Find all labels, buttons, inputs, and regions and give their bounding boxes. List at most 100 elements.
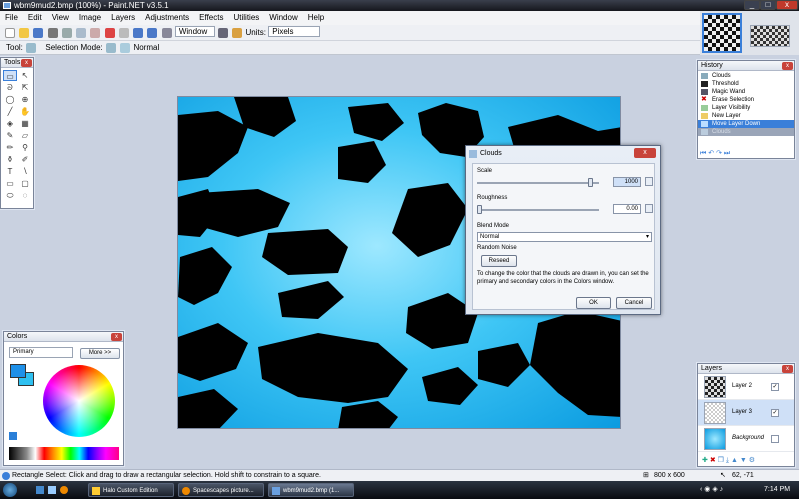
menu-window[interactable]: Window [264,11,302,25]
redo-icon[interactable] [147,28,158,38]
rounded-rectangle-icon[interactable]: ▢ [18,178,32,189]
palette-swatch-icon[interactable] [9,432,17,440]
move-selection-icon[interactable]: ⇱ [18,82,32,93]
units-combo[interactable]: Pixels [268,26,321,38]
merge-layer-icon[interactable]: ⤓ [726,457,729,464]
taskbar-halo[interactable]: Halo Custom Edition [88,483,174,497]
duplicate-layer-icon[interactable]: ❐ [718,457,724,464]
save-icon[interactable] [33,28,44,38]
move-layer-down-icon[interactable]: ▼ [740,457,747,464]
move-layer-up-icon[interactable]: ▲ [731,457,738,464]
roughness-reset-icon[interactable] [645,204,653,213]
selection-mode-icon[interactable] [105,43,116,53]
rectangle-select-icon[interactable]: ▭ [3,70,17,81]
history-item-layer-visibility[interactable]: Layer Visibility [698,104,794,112]
antialias-icon[interactable] [120,43,131,53]
clone-stamp-icon[interactable]: ⚱ [3,154,17,165]
menu-view[interactable]: View [47,11,74,25]
ellipse-shape-icon[interactable]: ⬭ [3,190,17,201]
history-item-threshold[interactable]: Threshold [698,80,794,88]
paintbrush-icon[interactable]: ✎ [3,130,17,141]
eraser-icon[interactable]: ▱ [18,130,32,141]
history-item-erase-selection[interactable]: ✖ Erase Selection [698,96,794,104]
taskbar-spacescapes[interactable]: Spacescapes picture... [178,483,264,497]
color-palette-strip[interactable] [9,447,119,460]
roughness-slider-thumb[interactable] [477,205,482,214]
undo-icon[interactable]: ↶ [708,150,714,157]
rewind-icon[interactable]: ⏮ [700,150,706,157]
maximize-button[interactable]: □ [760,0,776,10]
color-picker-icon[interactable]: ⚲ [18,142,32,153]
primary-color-swatch[interactable] [10,364,26,378]
layer-row-layer-2[interactable]: Layer 2 ✓ [698,374,794,400]
menu-file[interactable]: File [0,11,23,25]
fast-forward-icon[interactable]: ⏭ [724,150,730,157]
ellipse-select-icon[interactable]: ◯ [3,94,17,105]
current-tool-icon[interactable] [26,43,37,53]
line-curve-icon[interactable]: ∖ [18,166,32,177]
blend-mode-combo[interactable]: Normal [133,43,159,52]
tools-close-icon[interactable]: x [21,59,32,67]
scale-slider-track[interactable] [477,182,599,184]
reseed-button[interactable]: Reseed [481,255,517,267]
layers-close-icon[interactable]: x [782,365,793,373]
history-item-clouds-1[interactable]: Clouds [698,72,794,80]
gradient-icon[interactable]: ▦ [18,118,32,129]
layer-row-layer-3[interactable]: Layer 3 ✓ [698,400,794,426]
cancel-button[interactable]: Cancel [616,297,652,309]
text-icon[interactable]: T [3,166,17,177]
dialog-close-icon[interactable]: x [634,148,656,158]
move-selected-icon[interactable]: ↖ [18,70,32,81]
print-icon[interactable] [47,28,58,38]
menu-effects[interactable]: Effects [194,11,228,25]
paste-icon[interactable] [90,28,101,38]
open-folder-icon[interactable] [19,28,30,38]
color-wheel[interactable] [43,365,115,437]
layer-row-background[interactable]: Background [698,426,794,452]
layer-2-visibility-checkbox[interactable]: ✓ [771,383,779,391]
pan-icon[interactable]: ✋ [18,106,32,117]
new-file-icon[interactable] [5,28,15,38]
start-button[interactable] [3,483,17,497]
taskbar-paintnet[interactable]: wbm9mud2.bmp (1... [268,483,354,497]
blend-mode-select[interactable]: Normal ▾ [477,232,652,242]
primary-select[interactable]: Primary [9,347,73,358]
quicklaunch-desktop-icon[interactable] [36,486,44,494]
ruler-icon[interactable] [232,28,243,38]
layer-properties-icon[interactable]: ⚙ [749,457,755,464]
more-colors-button[interactable]: More >> [80,348,120,359]
history-item-new-layer[interactable]: New Layer [698,112,794,120]
scale-reset-icon[interactable] [645,177,653,186]
delete-layer-icon[interactable]: ✖ [710,457,716,464]
zoom-icon[interactable] [161,28,172,38]
rectangle-shape-icon[interactable]: ▭ [3,178,17,189]
lasso-select-icon[interactable]: ᘐ [3,82,17,93]
deselect-icon[interactable] [104,28,115,38]
menu-edit[interactable]: Edit [23,11,47,25]
history-item-move-layer-down[interactable]: Move Layer Down [698,120,794,128]
thumbnail-active-image[interactable] [702,13,742,53]
ok-button[interactable]: OK [576,297,611,309]
roughness-slider-track[interactable] [477,209,599,211]
menu-adjustments[interactable]: Adjustments [140,11,194,25]
grid-icon[interactable] [218,28,229,38]
roughness-input[interactable]: 0.00 [613,204,641,214]
quicklaunch-firefox-icon[interactable] [60,486,68,494]
recolor-icon[interactable]: ✐ [18,154,32,165]
layer-3-visibility-checkbox[interactable]: ✓ [771,409,779,417]
colors-close-icon[interactable]: x [111,333,122,341]
history-item-clouds-2[interactable]: Clouds [698,128,794,136]
paint-bucket-icon[interactable]: ◈ [3,118,17,129]
zoom-tool-icon[interactable]: ⊕ [18,94,32,105]
redo-icon[interactable]: ↷ [716,150,722,157]
add-layer-icon[interactable]: ✚ [702,457,708,464]
minimize-button[interactable]: _ [744,0,760,10]
undo-icon[interactable] [133,28,144,38]
freeform-shape-icon[interactable]: ◌ [18,190,32,201]
crop-icon[interactable] [118,28,129,38]
scale-slider-thumb[interactable] [588,178,594,187]
menu-image[interactable]: Image [74,11,106,25]
quicklaunch-ie-icon[interactable] [48,486,56,494]
scale-input[interactable]: 1000 [613,177,641,187]
background-visibility-checkbox[interactable] [771,435,779,443]
